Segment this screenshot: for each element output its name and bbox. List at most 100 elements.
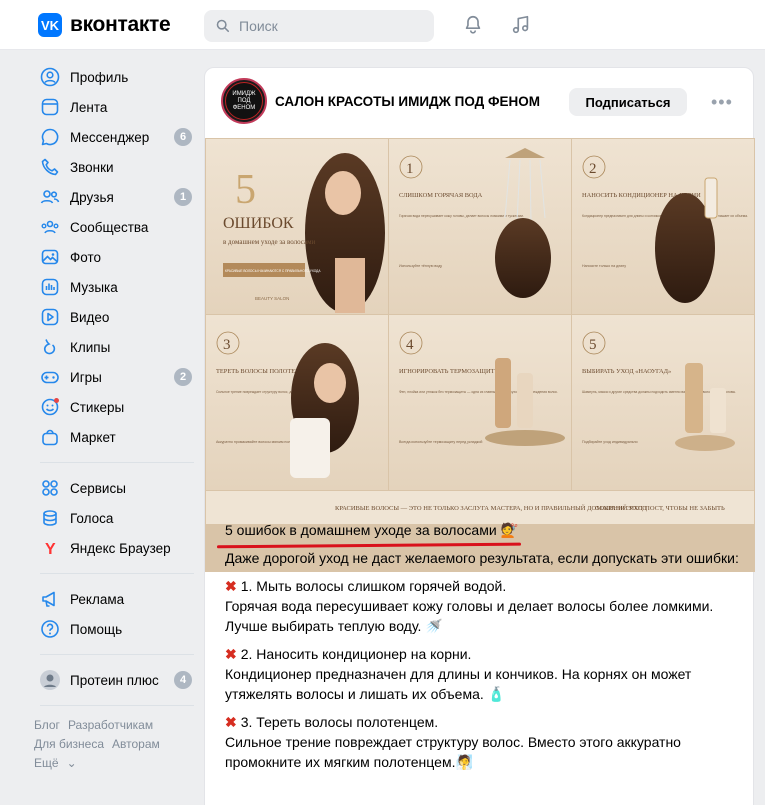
left-sidebar: Профиль Лента Мессенджер 6 Звонки Друзья 1 Сооб… [32, 62, 202, 773]
sidebar-item-communities[interactable]: Сообщества [32, 212, 202, 242]
sidebar-item-label: Фото [70, 249, 102, 265]
post-list-item: ✖ 2. Наносить кондиционер на корни. Кондиц… [225, 644, 745, 704]
friends-icon [40, 187, 60, 207]
item-heading: 1. Мыть волосы слишком горячей водой. [240, 578, 507, 594]
tip-number: 4 [406, 337, 414, 353]
counter-badge: 2 [174, 368, 192, 386]
footer-link-blog[interactable]: Блог [34, 718, 60, 732]
photo-icon [40, 247, 60, 267]
post-card: ИМИДЖ ПОД ФЕНОМ САЛОН КРАСОТЫ ИМИДЖ ПОД … [204, 67, 755, 805]
bell-icon[interactable] [462, 14, 484, 36]
hairdresser-emoji: 💇 [500, 522, 518, 538]
services-icon [40, 478, 60, 498]
group-name[interactable]: САЛОН КРАСОТЫ ИМИДЖ ПОД ФЕНОМ [275, 94, 540, 109]
yandex-icon: Y [40, 538, 60, 558]
market-icon [40, 427, 60, 447]
footer-link-developers[interactable]: Разработчикам [68, 718, 153, 732]
image-title-number: 5 [235, 167, 256, 213]
sidebar-item-label: Видео [70, 309, 110, 325]
footer-links: Блог Разработчикам Для бизнеса Авторам Ещё… [34, 716, 202, 773]
sidebar-item-stickers[interactable]: Стикеры [32, 392, 202, 422]
image-title-word: ОШИБОК [223, 215, 294, 232]
sidebar-item-video[interactable]: Видео [32, 302, 202, 332]
counter-badge: 1 [174, 188, 192, 206]
sidebar-item-help[interactable]: Помощь [32, 614, 202, 644]
footer-more[interactable]: Ещё ⌄ [34, 754, 202, 773]
sidebar-item-feed[interactable]: Лента [32, 92, 202, 122]
group-avatar-icon [40, 670, 60, 690]
counter-badge: 6 [174, 128, 192, 146]
footer-link-business[interactable]: Для бизнеса [34, 737, 104, 751]
sidebar-item-services[interactable]: Сервисы [32, 473, 202, 503]
stickers-icon [40, 397, 60, 417]
more-options-icon[interactable]: ••• [711, 92, 733, 113]
sidebar-item-label: Мессенджер [70, 129, 150, 145]
tip-description: Фен, плойка или утюжок без термозащиты —… [399, 390, 558, 394]
sidebar-item-photo[interactable]: Фото [32, 242, 202, 272]
video-icon [40, 307, 60, 327]
subscribe-button[interactable]: Подписаться [569, 88, 687, 116]
group-avatar[interactable]: ИМИДЖ ПОД ФЕНОМ [221, 78, 267, 124]
sidebar-item-label: Клипы [70, 339, 111, 355]
search-icon [216, 19, 230, 33]
sidebar-item-games[interactable]: Игры 2 [32, 362, 202, 392]
sidebar-item-ads[interactable]: Реклама [32, 584, 202, 614]
sidebar-item-label: Друзья [70, 189, 114, 205]
sidebar-item-label: Музыка [70, 279, 118, 295]
sidebar-divider [40, 462, 194, 463]
post-intro: Даже дорогой уход не даст желаемого резу… [225, 550, 739, 566]
sidebar-divider [40, 654, 194, 655]
sidebar-item-music[interactable]: Музыка [32, 272, 202, 302]
sidebar-item-label: Игры [70, 369, 102, 385]
sidebar-item-friends[interactable]: Друзья 1 [32, 182, 202, 212]
communities-icon [40, 217, 60, 237]
item-heading: 3. Тереть волосы полотенцем. [240, 714, 439, 730]
sidebar-item-label: Лента [70, 99, 108, 115]
chevron-down-icon: ⌄ [66, 756, 77, 770]
cross-mark-icon: ✖ [225, 646, 237, 662]
post-text: 5 ошибок в домашнем уходе за волосами 💇 … [216, 520, 745, 772]
music-icon [40, 277, 60, 297]
ads-icon [40, 589, 60, 609]
music-icon[interactable] [510, 14, 532, 36]
search-box[interactable] [204, 10, 434, 42]
cross-mark-icon: ✖ [225, 714, 237, 730]
tip-title: ИГНОРИРОВАТЬ ТЕРМОЗАЩИТУ [399, 368, 499, 375]
vk-logo[interactable]: VK вконтакте [38, 13, 171, 37]
sidebar-item-yandex[interactable]: Y Яндекс Браузер [32, 533, 202, 563]
image-brand: BEAUTY SALON [255, 296, 289, 301]
sidebar-item-label: Реклама [70, 591, 125, 607]
sidebar-item-phone[interactable]: Звонки [32, 152, 202, 182]
tip-number: 3 [223, 337, 231, 353]
tip-hint: Всегда используйте термозащиту перед укл… [399, 440, 482, 444]
item-body: Горячая вода пересушивает кожу головы и … [225, 598, 714, 634]
top-header: VK вконтакте [0, 0, 765, 50]
sidebar-item-votes[interactable]: Голоса [32, 503, 202, 533]
item-body: Кондиционер предназначен для длины и кон… [225, 666, 692, 702]
image-tag: КРАСИВЫЕ ВОЛОСЫ НАЧИНАЮТСЯ С ПРАВИЛЬНОГО… [225, 269, 321, 273]
help-icon [40, 619, 60, 639]
sidebar-divider [40, 705, 194, 706]
post-list-item: ✖ 3. Тереть волосы полотенцем. Сильное тре… [225, 712, 745, 772]
vk-logo-icon: VK [38, 13, 62, 37]
item-body: Сильное трение повреждает структуру воло… [225, 734, 681, 770]
sidebar-item-market[interactable]: Маркет [32, 422, 202, 452]
sidebar-item-messenger[interactable]: Мессенджер 6 [32, 122, 202, 152]
tip-hint: Наносите только на длину [582, 264, 626, 268]
sidebar-item-profile[interactable]: Профиль [32, 62, 202, 92]
profile-icon [40, 67, 60, 87]
post-list-item: ✖ 1. Мыть волосы слишком горячей водой. Го… [225, 576, 745, 636]
tip-number: 5 [589, 337, 597, 353]
sidebar-item-label: Стикеры [70, 399, 125, 415]
tip-number: 1 [406, 161, 414, 177]
sidebar-item-group-avatar[interactable]: Протеин плюс 4 [32, 665, 202, 695]
tip-hint: Подбирайте уход индивидуально [582, 440, 638, 444]
tip-title: ВЫБИРАТЬ УХОД «НАОУГАД» [582, 368, 671, 375]
item-heading: 2. Наносить кондиционер на корни. [240, 646, 472, 662]
sidebar-item-label: Маркет [70, 429, 116, 445]
post-image[interactable]: 5 ОШИБОК в домашнем уходе за волосами КР… [205, 138, 755, 572]
sidebar-item-label: Голоса [70, 510, 114, 526]
sidebar-item-clips[interactable]: Клипы [32, 332, 202, 362]
search-input[interactable] [239, 18, 419, 34]
footer-link-authors[interactable]: Авторам [112, 737, 160, 751]
